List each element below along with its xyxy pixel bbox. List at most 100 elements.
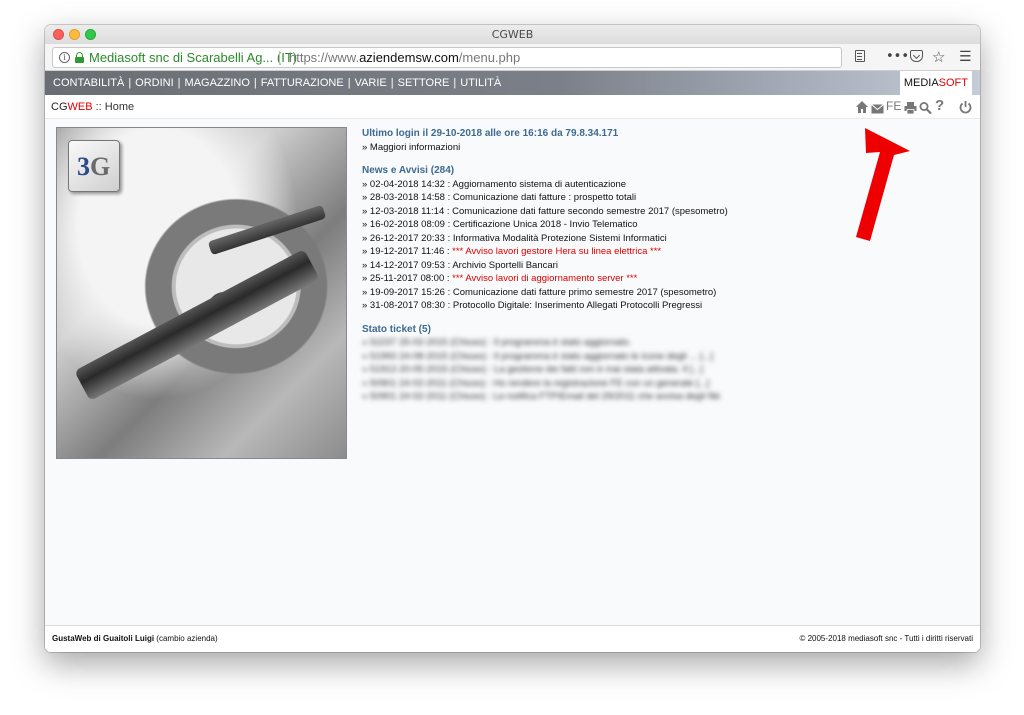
news-item[interactable]: » 19-12-2017 11:46 : *** Avviso lavori g… [362,245,922,259]
tickets-title: Stato ticket (5) [362,323,431,335]
ticket-item[interactable]: » 50901 24-02-2011 (Chiuso) : Ho rendere… [362,377,922,391]
brand-logo: MEDIASOFT [899,71,972,95]
breadcrumb: CGWEB :: Home [51,95,134,119]
news-title-link[interactable]: Protocollo Digitale: Inserimento Allegat… [453,300,702,311]
news-title-link[interactable]: Comunicazione dati fatture : prospetto t… [453,192,636,203]
footer-copyright: © 2005-2018 mediasoft snc - Tutti i diri… [799,634,973,643]
pocket-icon[interactable] [910,50,923,62]
news-title-link[interactable]: Archivio Sportelli Bancari [452,260,558,271]
search-icon[interactable] [919,100,932,116]
power-icon[interactable] [959,99,972,115]
menu-separator: | [347,77,351,89]
toolbar-icons: FE ? [855,97,975,117]
news-item[interactable]: » 02-04-2018 14:32 : Aggiornamento siste… [362,178,922,192]
red-arrow-annotation [856,128,910,241]
ticket-text[interactable]: » 51993 24-08-2015 (Chiuso) : Il program… [362,351,713,362]
menu-item-utilit[interactable]: UTILITÀ [460,77,501,89]
menu-separator: | [177,77,181,89]
news-item[interactable]: » 31-08-2017 08:30 : Protocollo Digitale… [362,299,922,313]
menu-separator: | [390,77,394,89]
disk-arm-upper [207,204,327,256]
news-title-link[interactable]: Comunicazione dati fatture secondo semes… [452,206,728,217]
ticket-text[interactable]: » 50901 24-02-2011 (Chiuso) : La notific… [362,391,720,402]
title-bar: CGWEB [45,25,980,44]
app-name-part2: WEB [67,101,93,113]
news-title-link[interactable]: *** Avviso lavori di aggiornamento serve… [452,273,637,284]
news-date: » 26-12-2017 20:33 : [362,232,453,244]
zoom-window-button[interactable] [85,29,96,40]
window-title: CGWEB [491,28,534,41]
more-info-link[interactable]: » Maggiori informazioni [362,141,922,155]
menu-item-varie[interactable]: VARIE [355,77,387,89]
breadcrumb-home[interactable]: Home [105,101,134,113]
ticket-text[interactable]: » 52237 25-02-2015 (Chiuso) : Il program… [362,337,631,348]
news-date: » 28-03-2018 14:58 : [362,192,453,203]
svg-text:G: G [90,152,110,181]
news-item[interactable]: » 25-11-2017 08:00 : *** Avviso lavori d… [362,272,922,286]
news-date: » 14-12-2017 09:53 : [362,259,453,271]
ticket-item[interactable]: » 51913 20-05-2015 (Chiuso) : La gestion… [362,363,922,377]
news-item[interactable]: » 19-09-2017 15:26 : Comunicazione dati … [362,286,922,300]
ticket-item[interactable]: » 50901 24-02-2011 (Chiuso) : La notific… [362,390,922,404]
print-icon[interactable] [904,100,917,116]
news-item[interactable]: » 14-12-2017 09:53 : Archivio Sportelli … [362,259,922,273]
news-title: News e Avvisi (284) [362,165,455,176]
news-item[interactable]: » 12-03-2018 11:14 : Comunicazione dati … [362,205,922,219]
tickets-list: » 52237 25-02-2015 (Chiuso) : Il program… [362,336,922,404]
ticket-item[interactable]: » 51993 24-08-2015 (Chiuso) : Il program… [362,350,922,364]
news-date: » 12-03-2018 11:14 : [362,205,453,217]
menu-separator: | [453,77,457,89]
menu-separator: | [128,77,132,89]
page-footer: GustaWeb di Guaitoli Luigi (cambio azien… [45,625,980,652]
cg-logo-icon: 3 G [77,152,110,181]
menu-item-magazzino[interactable]: MAGAZZINO [185,77,250,89]
url-text[interactable]: https://www.aziendemsw.com/menu.php [289,48,520,67]
menu-separator: | [253,77,257,89]
browser-window: CGWEB i Mediasoft snc di Scarabelli Ag..… [45,25,980,652]
news-date: » 19-12-2017 11:46 : [362,246,453,257]
svg-text:3: 3 [77,152,90,181]
menu-item-settore[interactable]: SETTORE [398,77,450,89]
fe-invoice-icon[interactable]: FE [886,98,901,114]
info-icon[interactable]: i [59,52,70,63]
hamburger-menu-icon[interactable]: ☰ [959,47,972,67]
news-date: » 31-08-2017 08:30 : [362,300,453,311]
last-login: Ultimo login il 29-10-2018 alle ore 16:1… [362,128,619,139]
reader-view-icon[interactable] [855,50,865,62]
news-date: » 02-04-2018 14:32 : [362,178,453,190]
home-icon[interactable] [855,99,869,115]
bookmark-star-icon[interactable]: ☆ [932,47,945,67]
breadcrumb-bar: CGWEB :: Home FE ? [45,95,980,119]
change-company-link[interactable]: (cambio azienda) [154,634,217,643]
close-window-button[interactable] [53,29,64,40]
address-bar[interactable]: i Mediasoft snc di Scarabelli Ag... (IT)… [52,47,842,68]
news-item[interactable]: » 16-02-2018 08:09 : Certificazione Unic… [362,218,922,232]
news-title-link[interactable]: Aggiornamento sistema di autenticazione [452,179,626,190]
main-menu: CONTABILITÀ | ORDINI | MAGAZZINO | FATTURAZION… [53,71,501,95]
menu-item-fatturazione[interactable]: FATTURAZIONE [261,77,344,89]
ticket-text[interactable]: » 51913 20-05-2015 (Chiuso) : La gestion… [362,364,703,375]
lock-icon [75,52,84,63]
news-title-link[interactable]: Comunicazione dati fatture primo semestr… [453,287,716,298]
news-title-link[interactable]: *** Avviso lavori gestore Hera su linea … [452,246,661,257]
menu-item-contabilit[interactable]: CONTABILITÀ [53,77,124,89]
news-date: » 19-09-2017 15:26 : [362,286,453,298]
footer-company: GustaWeb di Guaitoli Luigi (cambio azien… [52,634,218,643]
menu-item-ordini[interactable]: ORDINI [135,77,174,89]
hard-disk-image: 3 G [56,127,347,459]
ticket-text[interactable]: » 50901 24-02-2011 (Chiuso) : Ho rendere… [362,378,709,389]
cg-logo-badge: 3 G [68,140,120,192]
help-icon[interactable]: ? [935,97,944,114]
page-content: CONTABILITÀ | ORDINI | MAGAZZINO | FATTURAZION… [45,71,980,652]
news-title-link[interactable]: Informativa Modalità Protezione Sistemi … [453,233,667,244]
ticket-item[interactable]: » 52237 25-02-2015 (Chiuso) : Il program… [362,336,922,350]
mail-icon[interactable] [871,101,884,117]
breadcrumb-separator: :: [92,101,105,113]
news-item[interactable]: » 28-03-2018 14:58 : Comunicazione dati … [362,191,922,205]
news-title-link[interactable]: Certificazione Unica 2018 - Invio Telema… [453,219,638,230]
minimize-window-button[interactable] [69,29,80,40]
news-date: » 16-02-2018 08:09 : [362,219,453,230]
page-actions-icon[interactable]: ••• [886,47,909,67]
site-identity[interactable]: Mediasoft snc di Scarabelli Ag... (IT) [89,48,297,67]
news-item[interactable]: » 26-12-2017 20:33 : Informativa Modalit… [362,232,922,246]
